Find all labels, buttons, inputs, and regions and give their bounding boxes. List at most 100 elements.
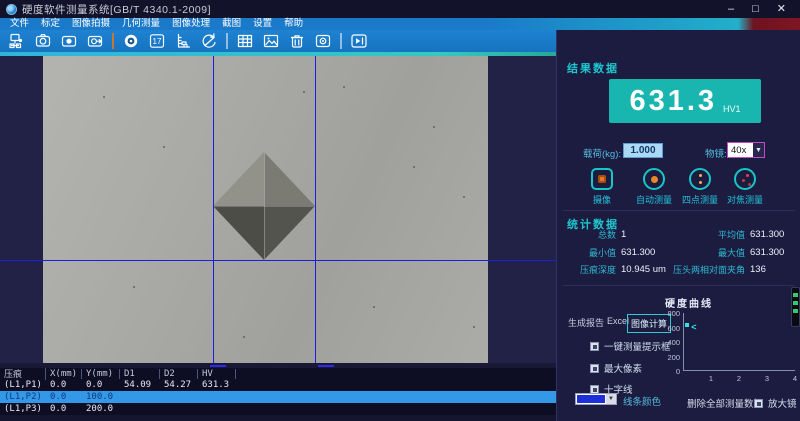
stat-label: 压痕深度 [571,263,616,276]
data-point [685,323,689,327]
stat-label: 平均值 [671,228,745,241]
menu-item-4[interactable]: 几何测量 [116,18,166,30]
measure-button-1[interactable]: 摄像 [578,168,626,206]
title-bar: 硬度软件测量系统[GB/T 4340.1-2009] – □ ✕ [0,0,800,18]
menu-item-7[interactable]: 设置 [247,18,278,30]
measure-button-2[interactable]: 自动测量 [630,168,678,206]
grid-table-icon[interactable] [234,32,255,51]
line-color-picker[interactable]: ▼ [575,393,617,405]
camera-capture-icon[interactable] [58,32,79,51]
chevron-down-icon[interactable]: ▼ [753,143,764,157]
checkbox-icon[interactable] [590,364,599,373]
y-tick-label: 600 [657,324,680,333]
menu-item-3[interactable]: 图像拍摄 [66,18,116,30]
flow-import-icon[interactable] [6,32,27,51]
x-tick-label: 1 [703,374,719,383]
y-tick-label: 200 [657,353,680,362]
stat-value: 631.300 [745,247,795,258]
divider [563,210,795,211]
column-header[interactable]: D1 [120,369,160,379]
svg-text:17: 17 [152,37,161,46]
target-icon[interactable] [120,32,141,51]
hardness-value: 631.3 [629,85,717,118]
column-header[interactable]: Y(mm) [82,369,120,379]
result-section-title: 结果数据 [567,60,619,76]
x-tick-label: 3 [759,374,775,383]
stat-value: 631.300 [745,229,795,240]
toolbar-separator [340,33,342,49]
menu-item-2[interactable]: 标定 [35,18,66,30]
generate-report-button[interactable]: 生成报告 [565,314,607,331]
measurement-table: 压痕X(mm)Y(mm)D1D2HV(L1,P1)0.00.054.0954.2… [0,368,556,415]
bottom-strip [0,415,556,421]
objective-select[interactable]: 40x ▼ [727,142,765,158]
hardness-result-display: 631.3 HV1 [609,79,761,123]
x-tick-label: 2 [731,374,747,383]
calibration-icon[interactable]: 17 [146,32,167,51]
menu-item-6[interactable]: 截图 [216,18,247,30]
camera-live-icon[interactable] [84,32,105,51]
measure-line-vertical-right[interactable] [315,56,316,363]
hardness-unit: HV1 [723,104,741,114]
camera-outline-icon[interactable] [32,32,53,51]
column-header[interactable]: 压痕 [0,368,46,380]
stat-value: 136 [745,264,795,275]
app-icon [6,4,17,15]
line-color-swatch [577,395,605,403]
measure-line-vertical-left[interactable] [213,56,214,363]
checkbox-icon[interactable] [754,399,763,408]
stat-value: 631.300 [616,247,671,258]
micrograph-image[interactable] [43,56,488,363]
chart-title: 硬度曲线 [665,295,713,310]
hardness-curve-chart: 硬度曲线 02004006008001234< [657,293,799,389]
measure-line-horizontal[interactable] [0,260,556,261]
delete-all-button[interactable]: 删除全部测量数据 [687,396,763,410]
column-header[interactable]: X(mm) [46,369,82,379]
rotate-icon[interactable] [198,32,219,51]
app-window: 硬度软件测量系统[GB/T 4340.1-2009] – □ ✕ 文件标定图像拍… [0,0,800,421]
chevron-down-icon[interactable]: ▼ [606,394,616,404]
image-viewport[interactable] [0,56,556,363]
vickers-indentation [213,152,315,260]
y-tick-label: 800 [657,309,680,318]
toolbar-separator [226,33,228,49]
maximize-button[interactable]: □ [752,4,759,15]
column-header[interactable]: HV [198,369,236,379]
trash-icon[interactable] [286,32,307,51]
close-button[interactable]: ✕ [777,4,786,15]
load-label: 载荷(kg): [583,146,621,160]
measure-button-3[interactable]: 四点测量 [676,168,724,206]
line-color-label: 线条颜色 [623,394,661,408]
load-input[interactable]: 1.000 [623,143,663,158]
menu-item-5[interactable]: 图像处理 [166,18,216,30]
y-tick-label: 0 [657,367,680,376]
table-row[interactable]: (L1,P1)0.00.054.0954.27631.3 [0,379,556,391]
export-icon[interactable] [348,32,369,51]
option-checkbox-2[interactable]: 最大像素 [590,361,642,375]
table-row[interactable]: (L1,P2)0.0100.0 [0,391,556,403]
table-row[interactable]: (L1,P3)0.0200.0 [0,403,556,415]
image-icon[interactable] [260,32,281,51]
stat-value: 1 [616,229,671,240]
measure-button-4[interactable]: 对焦测量 [721,168,769,206]
magnifier-checkbox[interactable]: 放大镜 [754,396,797,410]
toolbar-separator [112,33,114,49]
stat-label: 最大值 [671,246,745,259]
chart-plot-area [683,313,795,371]
menu-item-8[interactable]: 帮助 [278,18,309,30]
minimize-button[interactable]: – [728,4,734,15]
level-indicator [791,287,800,327]
stat-value: 10.945 um [616,264,671,275]
data-point-annotation: < [691,323,696,331]
menu-bar: 文件标定图像拍摄几何测量图像处理截图设置帮助 [0,18,800,30]
divider [563,285,795,286]
ruler-icon[interactable] [172,32,193,51]
checkbox-icon[interactable] [590,342,599,351]
menu-item-1[interactable]: 文件 [4,18,35,30]
table-header: 压痕X(mm)Y(mm)D1D2HV [0,368,556,379]
column-header[interactable]: D2 [160,369,198,379]
record-icon[interactable] [312,32,333,51]
objective-value: 40x [728,145,753,156]
right-panel: 结果数据 631.3 HV1 载荷(kg): 1.000 物镜: 40x ▼ 摄… [556,30,800,421]
toolbar: 17 [0,30,556,52]
